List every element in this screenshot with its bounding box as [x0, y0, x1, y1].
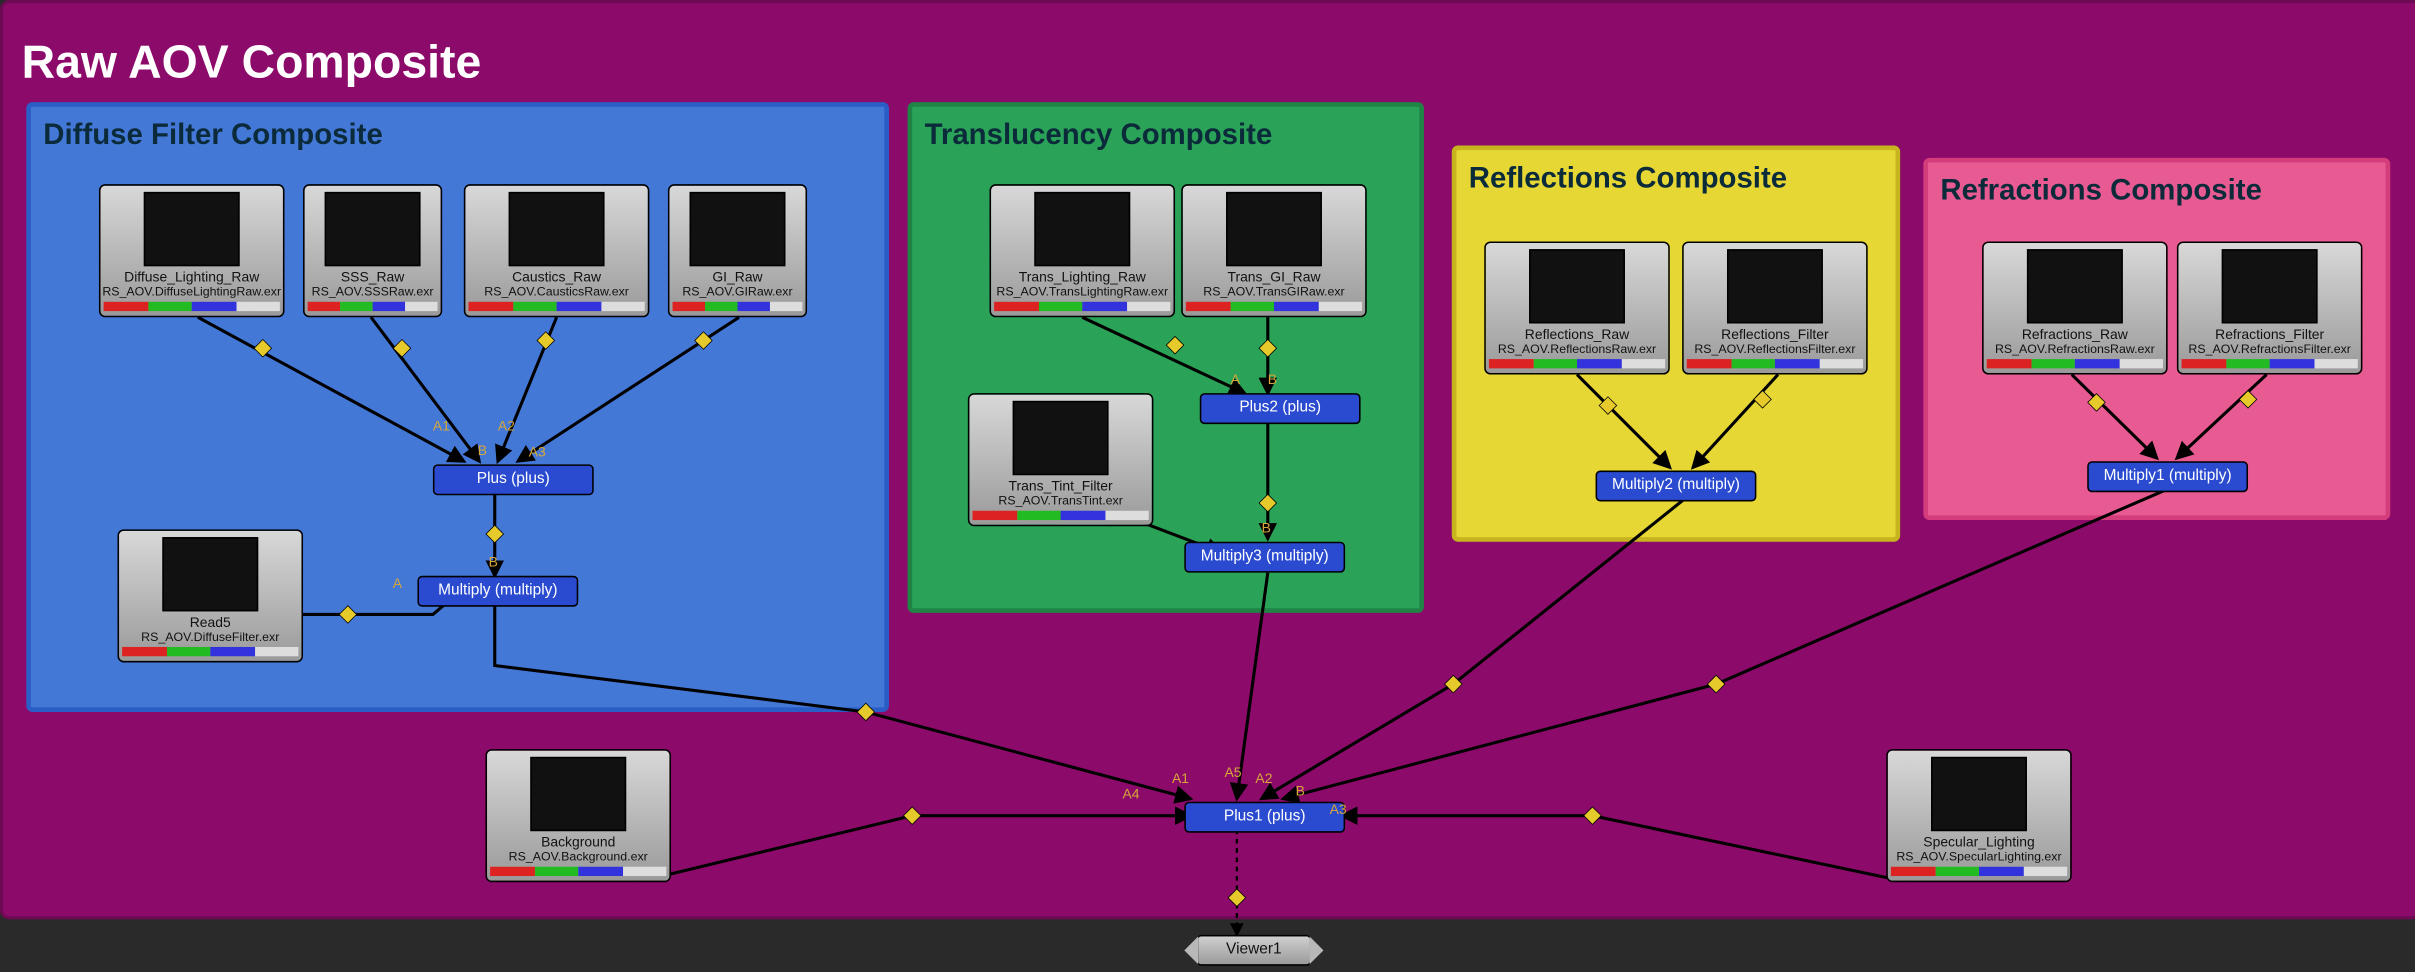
node-thumb	[530, 757, 626, 831]
node-label: Background	[487, 834, 669, 849]
node-thumb	[1931, 757, 2027, 831]
node-file: RS_AOV.SpecularLighting.exr	[1888, 850, 2070, 864]
node-label: Refractions_Filter	[2178, 327, 2360, 342]
node-thumb	[162, 537, 258, 611]
node-label: Reflections_Filter	[1684, 327, 1866, 342]
node-multiply1[interactable]: Multiply1 (multiply)	[2087, 461, 2248, 492]
node-label: Read5	[119, 614, 301, 629]
node-file: RS_AOV.RefractionsRaw.exr	[1984, 342, 2166, 356]
node-file: RS_AOV.ReflectionsRaw.exr	[1486, 342, 1668, 356]
node-thumb	[1034, 192, 1130, 266]
node-label: Specular_Lighting	[1888, 834, 2070, 849]
channel-strip	[308, 302, 438, 311]
channel-strip	[1891, 867, 2067, 876]
node-background[interactable]: Background RS_AOV.Background.exr	[485, 749, 671, 882]
node-thumb	[325, 192, 421, 266]
node-label: Diffuse_Lighting_Raw	[100, 269, 282, 284]
node-plus[interactable]: Plus (plus)	[433, 464, 594, 495]
node-thumb	[509, 192, 605, 266]
channel-strip	[673, 302, 803, 311]
node-file: RS_AOV.RefractionsFilter.exr	[2178, 342, 2360, 356]
group-diffuse-title: Diffuse Filter Composite	[43, 119, 382, 153]
node-label: SSS_Raw	[305, 269, 441, 284]
group-refractions-title: Refractions Composite	[1940, 175, 2262, 209]
node-trans-lighting-raw[interactable]: Trans_Lighting_Raw RS_AOV.TransLightingR…	[990, 184, 1176, 317]
node-thumb	[144, 192, 240, 266]
node-reflections-filter[interactable]: Reflections_Filter RS_AOV.ReflectionsFil…	[1682, 241, 1868, 374]
node-file: RS_AOV.DiffuseLightingRaw.exr	[100, 285, 282, 299]
node-refractions-raw[interactable]: Refractions_Raw RS_AOV.RefractionsRaw.ex…	[1982, 241, 2168, 374]
channel-strip	[490, 867, 666, 876]
node-thumb	[1013, 401, 1109, 475]
node-label: Trans_Tint_Filter	[969, 478, 1151, 493]
node-label: Trans_Lighting_Raw	[991, 269, 1173, 284]
node-thumb	[2222, 249, 2318, 323]
node-read5[interactable]: Read5 RS_AOV.DiffuseFilter.exr	[118, 529, 304, 662]
node-caustics-raw[interactable]: Caustics_Raw RS_AOV.CausticsRaw.exr	[464, 184, 650, 317]
node-trans-tint-filter[interactable]: Trans_Tint_Filter RS_AOV.TransTint.exr	[968, 393, 1154, 526]
node-file: RS_AOV.GIRaw.exr	[669, 285, 805, 299]
node-multiply[interactable]: Multiply (multiply)	[417, 576, 578, 607]
node-refractions-filter[interactable]: Refractions_Filter RS_AOV.RefractionsFil…	[2177, 241, 2363, 374]
channel-strip	[104, 302, 280, 311]
node-plus2[interactable]: Plus2 (plus)	[1200, 393, 1361, 424]
node-file: RS_AOV.DiffuseFilter.exr	[119, 630, 301, 644]
node-label: Trans_GI_Raw	[1183, 269, 1365, 284]
node-file: RS_AOV.ReflectionsFilter.exr	[1684, 342, 1866, 356]
node-multiply3[interactable]: Multiply3 (multiply)	[1184, 542, 1345, 573]
node-gi-raw[interactable]: GI_Raw RS_AOV.GIRaw.exr	[668, 184, 807, 317]
channel-strip	[994, 302, 1170, 311]
channel-strip	[122, 647, 298, 656]
node-viewer1[interactable]: Viewer1	[1197, 935, 1311, 966]
node-diffuse-lighting-raw[interactable]: Diffuse_Lighting_Raw RS_AOV.DiffuseLight…	[99, 184, 285, 317]
channel-strip	[1687, 359, 1863, 368]
main-title: Raw AOV Composite	[22, 37, 482, 90]
node-file: RS_AOV.SSSRaw.exr	[305, 285, 441, 299]
node-label: GI_Raw	[669, 269, 805, 284]
node-thumb	[2027, 249, 2123, 323]
node-file: RS_AOV.TransGIRaw.exr	[1183, 285, 1365, 299]
node-multiply2[interactable]: Multiply2 (multiply)	[1596, 471, 1757, 502]
group-reflections-title: Reflections Composite	[1469, 163, 1787, 197]
node-sss-raw[interactable]: SSS_Raw RS_AOV.SSSRaw.exr	[303, 184, 442, 317]
node-label: Caustics_Raw	[465, 269, 647, 284]
channel-strip	[468, 302, 644, 311]
node-thumb	[1529, 249, 1625, 323]
node-reflections-raw[interactable]: Reflections_Raw RS_AOV.ReflectionsRaw.ex…	[1484, 241, 1670, 374]
channel-strip	[1489, 359, 1665, 368]
channel-strip	[1186, 302, 1362, 311]
node-thumb	[690, 192, 786, 266]
node-thumb	[1727, 249, 1823, 323]
channel-strip	[2182, 359, 2358, 368]
node-file: RS_AOV.TransLightingRaw.exr	[991, 285, 1173, 299]
group-translucency[interactable]: Translucency Composite	[908, 102, 1424, 613]
node-specular-lighting[interactable]: Specular_Lighting RS_AOV.SpecularLightin…	[1886, 749, 2072, 882]
group-translucency-title: Translucency Composite	[925, 119, 1273, 153]
node-plus1[interactable]: Plus1 (plus)	[1184, 802, 1345, 833]
channel-strip	[972, 511, 1148, 520]
node-file: RS_AOV.Background.exr	[487, 850, 669, 864]
channel-strip	[1987, 359, 2163, 368]
node-label: Refractions_Raw	[1984, 327, 2166, 342]
node-file: RS_AOV.TransTint.exr	[969, 494, 1151, 508]
node-file: RS_AOV.CausticsRaw.exr	[465, 285, 647, 299]
node-label: Reflections_Raw	[1486, 327, 1668, 342]
node-thumb	[1226, 192, 1322, 266]
node-trans-gi-raw[interactable]: Trans_GI_Raw RS_AOV.TransGIRaw.exr	[1181, 184, 1367, 317]
